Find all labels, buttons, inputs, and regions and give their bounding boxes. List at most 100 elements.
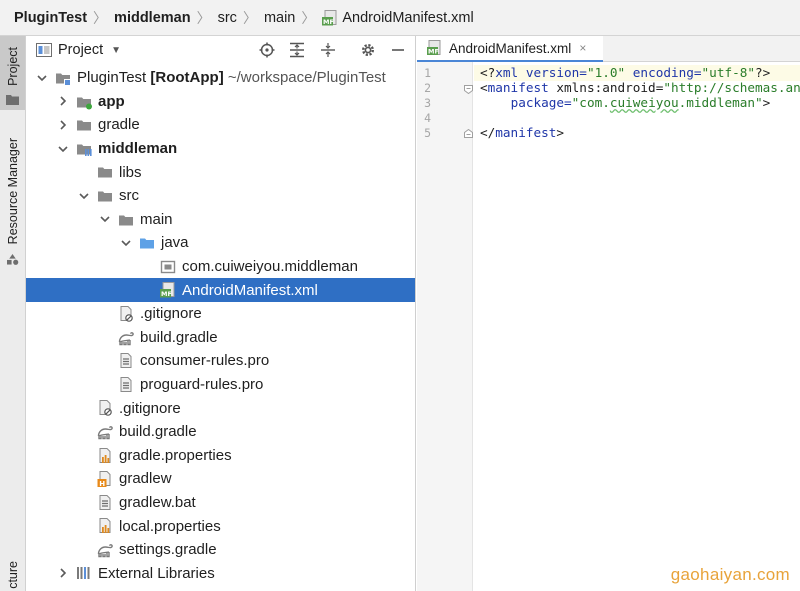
line-number: 3	[424, 96, 431, 110]
chevron-right-icon[interactable]	[57, 119, 69, 131]
project-panel-header: Project ▼	[26, 36, 415, 64]
tree-expander[interactable]	[36, 72, 48, 84]
collapse-all-button[interactable]	[318, 40, 338, 60]
svg-text:MF: MF	[161, 290, 172, 298]
folder-icon	[119, 215, 133, 226]
manifest-file-icon: MF	[427, 40, 441, 56]
tree-item[interactable]: PluginTest [RootApp] ~/workspace/PluginT…	[26, 66, 415, 90]
tree-item[interactable]: build.gradle	[26, 326, 415, 350]
breadcrumb-item[interactable]: src	[218, 10, 237, 26]
fold-end-icon[interactable]	[464, 129, 473, 138]
chevron-down-icon[interactable]	[36, 72, 48, 84]
editor-tab-bar: MF AndroidManifest.xml ×	[417, 36, 800, 62]
settings-button[interactable]	[358, 40, 378, 60]
breadcrumb-item-label: PluginTest	[14, 9, 88, 26]
tree-item-label: settings.gradle	[119, 541, 217, 559]
tree-item[interactable]: local.properties	[26, 514, 415, 538]
manifest-file-icon: MF	[322, 9, 337, 25]
editor-tab-label: AndroidManifest.xml	[449, 40, 572, 56]
tree-expander[interactable]	[57, 567, 69, 579]
tree-item-label: build.gradle	[119, 423, 197, 441]
structure-tab-label: cture	[5, 561, 20, 589]
project-folder-icon	[56, 73, 71, 86]
tree-item[interactable]: main	[26, 208, 415, 232]
chevron-down-icon[interactable]	[57, 143, 69, 155]
tree-item-label: proguard-rules.pro	[140, 376, 264, 394]
tree-expander[interactable]	[78, 190, 90, 202]
tree-expander[interactable]	[57, 119, 69, 131]
minimize-icon	[392, 49, 404, 51]
tree-expander[interactable]	[99, 213, 111, 225]
chevron-down-icon[interactable]	[99, 213, 111, 225]
locate-icon	[259, 42, 275, 58]
tree-item-label: gradlew.bat	[119, 493, 196, 511]
resource-manager-tool-tab[interactable]: Resource Manager	[0, 128, 25, 254]
tool-window-strip: Project Resource Manager cture	[0, 36, 26, 591]
tree-item[interactable]: com.cuiweiyou.middleman	[26, 255, 415, 279]
tree-item[interactable]: External Libraries	[26, 561, 415, 585]
breadcrumb-item[interactable]: main	[264, 10, 295, 26]
breadcrumb-item-label: src	[217, 9, 237, 26]
breadcrumb-item[interactable]: PluginTest	[14, 10, 87, 26]
expand-all-button[interactable]	[287, 40, 307, 60]
chevron-down-icon[interactable]	[78, 190, 90, 202]
chevron-right-icon[interactable]	[57, 567, 69, 579]
hide-panel-button[interactable]	[388, 40, 408, 60]
tree-item-label: middleman	[98, 140, 178, 158]
tree-item[interactable]: .gitignore	[26, 396, 415, 420]
tree-expander[interactable]	[57, 143, 69, 155]
tree-item-label: .gitignore	[140, 305, 202, 323]
breadcrumb-item[interactable]: MF AndroidManifest.xml	[322, 9, 474, 26]
tree-item-label: gradle.properties	[119, 446, 232, 464]
editor-tab-android-manifest[interactable]: MF AndroidManifest.xml ×	[417, 36, 603, 62]
text-file-icon	[99, 494, 111, 510]
chevron-down-icon[interactable]: ▼	[111, 45, 121, 56]
chevron-right-icon[interactable]	[57, 95, 69, 107]
tree-item[interactable]: .gitignore	[26, 302, 415, 326]
tree-item[interactable]: consumer-rules.pro	[26, 349, 415, 373]
breadcrumb-separator-icon: 〉	[93, 9, 108, 26]
tree-item[interactable]: gradlew.bat	[26, 491, 415, 515]
tree-item[interactable]: app	[26, 90, 415, 114]
chevron-down-icon[interactable]	[120, 237, 132, 249]
tree-item[interactable]: src	[26, 184, 415, 208]
libraries-icon	[77, 567, 90, 580]
breadcrumb-item[interactable]: middleman	[114, 10, 191, 26]
code-line-2: <manifest xmlns:android="http://schemas.…	[480, 80, 800, 95]
code-editor[interactable]: <?xml version="1.0" encoding="utf-8"?> <…	[474, 62, 800, 591]
tree-item[interactable]: gradle.properties	[26, 444, 415, 468]
tree-item-label: build.gradle	[140, 328, 218, 346]
fold-start-icon[interactable]	[464, 85, 473, 94]
tree-item[interactable]: settings.gradle	[26, 538, 415, 562]
tree-item-label: local.properties	[119, 517, 221, 535]
svg-text:MF: MF	[323, 17, 334, 25]
breadcrumb-item-label: AndroidManifest.xml	[342, 9, 474, 26]
code-line-5: </manifest>	[480, 125, 565, 140]
breadcrumb: PluginTest 〉 middleman 〉 src 〉 main 〉 MF AndroidM…	[0, 0, 800, 36]
close-icon[interactable]: ×	[579, 41, 586, 55]
tree-item[interactable]: Hgradlew	[26, 467, 415, 491]
folder-icon	[98, 167, 112, 178]
tree-item[interactable]: middleman	[26, 137, 415, 161]
tree-item[interactable]: java	[26, 231, 415, 255]
tree-expander[interactable]	[57, 95, 69, 107]
tree-item-label: gradle	[98, 116, 140, 134]
source-folder-icon	[140, 238, 154, 249]
tree-item-label: libs	[119, 163, 142, 181]
tree-expander[interactable]	[120, 237, 132, 249]
project-view-icon	[36, 43, 52, 57]
structure-tool-tab[interactable]: cture	[0, 551, 25, 591]
folder-icon	[98, 191, 112, 202]
code-line-1: <?xml version="1.0" encoding="utf-8"?>	[474, 65, 800, 81]
watermark: gaohaiyan.com	[670, 565, 790, 584]
tree-item[interactable]: libs	[26, 160, 415, 184]
project-view-selector[interactable]: Project	[58, 42, 103, 58]
editor-gutter: 12345	[417, 62, 473, 591]
tree-item[interactable]: proguard-rules.pro	[26, 373, 415, 397]
tree-item[interactable]: build.gradle	[26, 420, 415, 444]
tree-item[interactable]: MF AndroidManifest.xml	[26, 278, 415, 302]
text-file-icon	[120, 353, 132, 369]
tree-item[interactable]: gradle	[26, 113, 415, 137]
locate-button[interactable]	[257, 40, 277, 60]
code-line-3: package="com.cuiweiyou.middleman">	[510, 95, 771, 110]
